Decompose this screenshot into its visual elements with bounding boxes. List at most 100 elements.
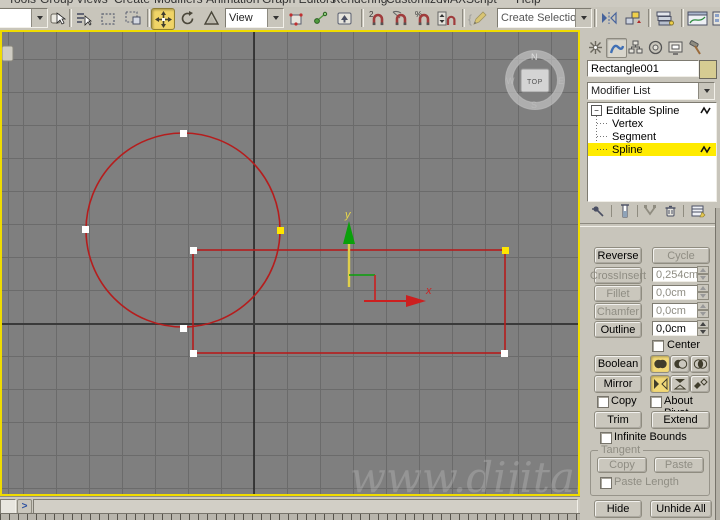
select-object-button[interactable] bbox=[47, 8, 67, 28]
wirecolor-swatch[interactable] bbox=[699, 60, 717, 79]
reverse-button[interactable]: Reverse bbox=[594, 247, 642, 264]
panel-scrollbar[interactable] bbox=[715, 208, 720, 520]
outline-spinner[interactable] bbox=[697, 320, 709, 336]
menu-maxscript[interactable]: MAXScript bbox=[440, 0, 497, 6]
mirror-both-button[interactable] bbox=[690, 375, 710, 393]
fillet-value-field[interactable]: 0,0cm bbox=[652, 285, 700, 300]
compass-east[interactable]: E bbox=[558, 76, 564, 86]
tab-motion[interactable] bbox=[646, 38, 665, 56]
menu-tools[interactable]: Tools bbox=[8, 0, 36, 6]
track-bar[interactable] bbox=[0, 513, 580, 520]
window-crossing-button[interactable] bbox=[122, 8, 144, 28]
move-gizmo[interactable]: y x bbox=[343, 209, 432, 307]
center-checkbox[interactable] bbox=[652, 340, 664, 352]
cycle-button[interactable]: Cycle bbox=[652, 247, 710, 264]
align-button[interactable] bbox=[621, 8, 644, 28]
cross-insert-button[interactable]: CrossInsert bbox=[590, 267, 646, 284]
vertex-rect-bottomright[interactable] bbox=[501, 350, 508, 357]
spinner-snap-toggle-button[interactable] bbox=[435, 8, 459, 28]
layer-manager-button[interactable] bbox=[653, 8, 677, 28]
named-selection-set-dropdown[interactable]: Create Selection Se bbox=[497, 8, 592, 28]
infinite-bounds-checkbox[interactable] bbox=[600, 432, 612, 444]
compass-north[interactable]: N bbox=[531, 52, 538, 62]
menu-views[interactable]: Views bbox=[76, 0, 108, 6]
schematic-view-button[interactable] bbox=[712, 8, 720, 28]
select-and-rotate-button[interactable] bbox=[176, 8, 198, 28]
listener-input[interactable] bbox=[33, 499, 578, 514]
curve-editor-button[interactable] bbox=[685, 8, 711, 28]
vertex-circle-bottom[interactable] bbox=[180, 325, 187, 332]
gizmo-y-arrowhead[interactable] bbox=[343, 221, 355, 244]
vertex-rect-bottomleft[interactable] bbox=[190, 350, 197, 357]
tab-utilities[interactable] bbox=[686, 38, 705, 56]
vertex-circle-left[interactable] bbox=[82, 226, 89, 233]
select-and-move-button[interactable] bbox=[151, 8, 175, 30]
trim-button[interactable]: Trim bbox=[594, 411, 642, 429]
viewport-corner-widget[interactable] bbox=[2, 45, 14, 62]
chamfer-spinner[interactable] bbox=[697, 302, 709, 318]
tangent-paste-button[interactable]: Paste bbox=[654, 457, 704, 473]
stack-row-segment[interactable]: Segment bbox=[588, 130, 716, 143]
boolean-subtract-button[interactable] bbox=[670, 355, 690, 373]
select-and-scale-button[interactable] bbox=[200, 8, 222, 28]
snaps-toggle-button[interactable]: 2 bbox=[366, 8, 388, 28]
compass-west[interactable]: W bbox=[506, 76, 515, 86]
vertex-rect-topleft[interactable] bbox=[190, 247, 197, 254]
mirror-panel-button[interactable]: Mirror bbox=[594, 375, 642, 393]
listener-pane[interactable] bbox=[0, 499, 16, 514]
tab-modify[interactable] bbox=[606, 38, 627, 58]
menu-customize[interactable]: Customize bbox=[386, 0, 443, 6]
rectangular-selection-region-button[interactable] bbox=[97, 8, 119, 28]
mirror-horizontal-button[interactable] bbox=[650, 375, 670, 393]
outline-button[interactable]: Outline bbox=[594, 321, 642, 338]
tab-hierarchy[interactable] bbox=[626, 38, 645, 56]
stack-row-vertex[interactable]: Vertex bbox=[588, 117, 716, 130]
fillet-spinner[interactable] bbox=[697, 284, 709, 300]
viewport-top[interactable]: www.dijitaldev y bbox=[0, 30, 580, 496]
toolbar-left-dropdown[interactable] bbox=[0, 8, 48, 28]
menu-animation[interactable]: Animation bbox=[206, 0, 259, 6]
extend-button[interactable]: Extend bbox=[651, 411, 710, 429]
paste-length-checkbox[interactable] bbox=[600, 477, 612, 489]
dropdown-arrow-icon[interactable] bbox=[267, 9, 283, 27]
listener-prompt-button[interactable]: > bbox=[17, 499, 32, 514]
dropdown-arrow-icon[interactable] bbox=[31, 9, 47, 27]
circle-spline[interactable] bbox=[85, 132, 281, 328]
configure-modifier-sets-button[interactable] bbox=[688, 203, 708, 219]
angle-snap-toggle-button[interactable] bbox=[389, 8, 411, 28]
use-pivot-point-center-button[interactable] bbox=[284, 8, 307, 28]
first-vertex-rect[interactable] bbox=[502, 247, 509, 254]
select-by-name-button[interactable] bbox=[72, 8, 94, 28]
stack-row-editable-spline[interactable]: − Editable Spline bbox=[588, 104, 716, 117]
remove-modifier-button[interactable] bbox=[660, 203, 680, 219]
cross-insert-value-field[interactable]: 0,254cm bbox=[652, 267, 700, 282]
menu-help[interactable]: Help bbox=[516, 0, 541, 6]
chamfer-value-field[interactable]: 0,0cm bbox=[652, 303, 700, 318]
compass-south[interactable]: S bbox=[531, 100, 537, 110]
menu-modifiers[interactable]: Modifiers bbox=[154, 0, 203, 6]
edit-named-selection-sets-button[interactable]: { bbox=[466, 8, 491, 28]
menu-graph-editors[interactable]: Graph Editors bbox=[262, 0, 336, 6]
show-end-result-button[interactable] bbox=[615, 203, 635, 219]
modifier-list-dropdown[interactable]: Modifier List bbox=[587, 82, 715, 100]
keyboard-shortcut-override-button[interactable] bbox=[334, 8, 355, 28]
tangent-copy-button[interactable]: Copy bbox=[597, 457, 647, 473]
copy-checkbox[interactable] bbox=[597, 396, 609, 408]
reference-coordinate-system-dropdown[interactable]: View bbox=[225, 8, 284, 28]
dropdown-arrow-icon[interactable] bbox=[575, 9, 591, 27]
collapse-box-icon[interactable]: − bbox=[591, 105, 602, 116]
boolean-button[interactable]: Boolean bbox=[594, 355, 642, 373]
outline-value-field[interactable]: 0,0cm bbox=[652, 321, 700, 336]
percent-snap-toggle-button[interactable]: % bbox=[412, 8, 434, 28]
select-and-manipulate-button[interactable] bbox=[310, 8, 331, 28]
boolean-union-button[interactable] bbox=[650, 355, 670, 373]
about-pivot-checkbox[interactable] bbox=[650, 396, 662, 408]
vertex-circle-top[interactable] bbox=[180, 130, 187, 137]
fillet-button[interactable]: Fillet bbox=[594, 285, 642, 302]
dropdown-arrow-icon[interactable] bbox=[698, 83, 714, 99]
first-vertex-circle[interactable] bbox=[277, 227, 284, 234]
make-unique-button[interactable] bbox=[640, 203, 660, 219]
viewport-canvas[interactable]: www.dijitaldev y bbox=[2, 32, 578, 494]
stack-row-spline-active[interactable]: Spline bbox=[588, 143, 716, 156]
hide-button[interactable]: Hide bbox=[594, 500, 642, 518]
